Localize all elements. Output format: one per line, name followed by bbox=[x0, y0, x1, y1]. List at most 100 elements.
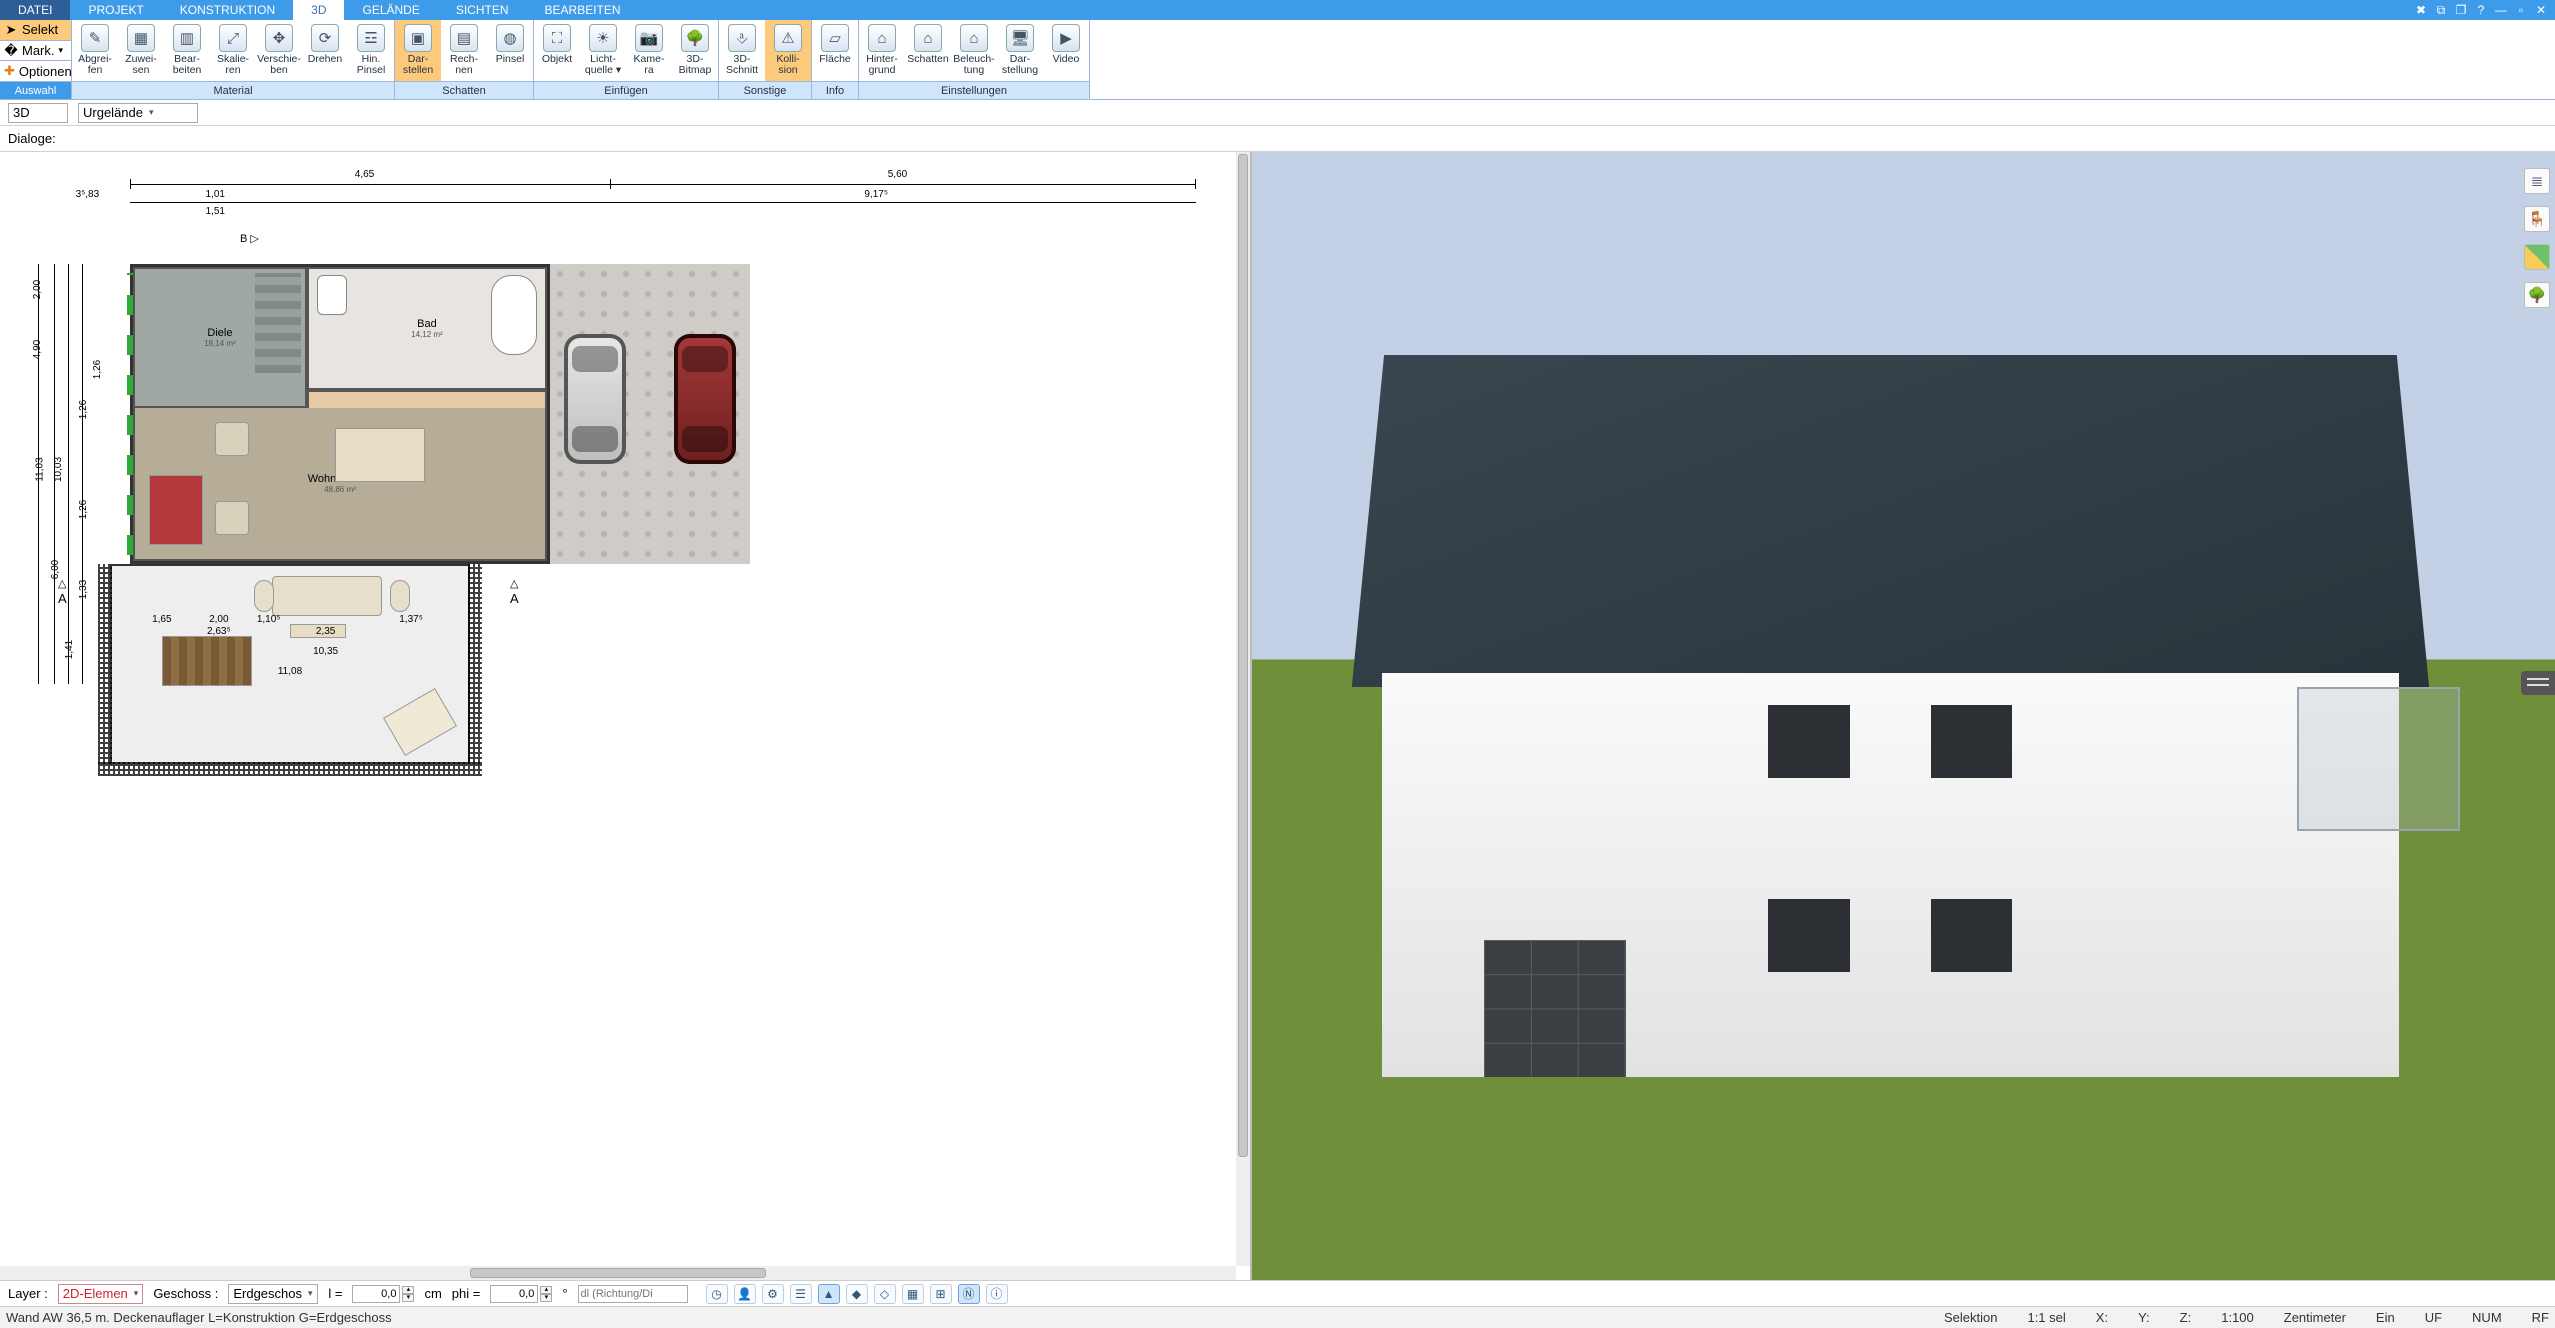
ribbon-btn-label: Schatten bbox=[907, 54, 948, 65]
geschoss-dropdown[interactable]: Erdgeschos ▾ bbox=[228, 1284, 318, 1304]
ribbon-btn-material-2[interactable]: ▥Bear- beiten bbox=[164, 20, 210, 81]
bottom-tool-0[interactable]: ◷ bbox=[706, 1284, 728, 1304]
ribbon-btn-sonstige-1[interactable]: ⚠Kolli- sion bbox=[765, 20, 811, 81]
l-input[interactable] bbox=[352, 1285, 400, 1303]
ribbon-btn-einfügen-3[interactable]: 🌳3D- Bitmap bbox=[672, 20, 718, 81]
auswahl-optionen-button[interactable]: ✚ Optionen bbox=[0, 61, 71, 81]
ribbon-btn-einstellungen-2[interactable]: ⌂Beleuch- tung bbox=[951, 20, 997, 81]
ribbon-btn-material-0[interactable]: ✎Abgrei- fen bbox=[72, 20, 118, 81]
ribbon-btn-einstellungen-3[interactable]: 🖥Dar- stellung bbox=[997, 20, 1043, 81]
ribbon-btn-einfügen-0[interactable]: ⛶Objekt bbox=[534, 20, 580, 81]
bottom-tool-9[interactable]: Ⓝ bbox=[958, 1284, 980, 1304]
hin-icon: ☲ bbox=[357, 24, 385, 52]
ribbon-btn-schatten-0[interactable]: ▣Dar- stellen bbox=[395, 20, 441, 81]
menu-projekt[interactable]: PROJEKT bbox=[70, 0, 161, 20]
menu-sichten[interactable]: SICHTEN bbox=[438, 0, 527, 20]
scrollbar-horizontal[interactable] bbox=[0, 1266, 1236, 1280]
ribbon-btn-material-5[interactable]: ⟳Drehen bbox=[302, 20, 348, 81]
bear-icon: ▥ bbox=[173, 24, 201, 52]
bottom-tool-3[interactable]: ☰ bbox=[790, 1284, 812, 1304]
phi-spinner[interactable]: ▴▾ bbox=[540, 1286, 552, 1302]
ribbon-btn-label: Bear- beiten bbox=[173, 54, 202, 76]
north-marker: B ▷ bbox=[240, 232, 259, 245]
menu-konstruktion[interactable]: KONSTRUKTION bbox=[162, 0, 293, 20]
layers-icon[interactable]: ≣ bbox=[2524, 168, 2550, 194]
ribbon-btn-label: Rech- nen bbox=[450, 54, 478, 76]
view-type-dropdown[interactable]: 3D bbox=[8, 103, 68, 123]
menu-bearbeiten[interactable]: BEARBEITEN bbox=[527, 0, 639, 20]
ribbon-btn-schatten-1[interactable]: ▤Rech- nen bbox=[441, 20, 487, 81]
auswahl-selekt-button[interactable]: ➤ Selekt bbox=[0, 20, 71, 41]
chevron-down-icon: ▾ bbox=[308, 1288, 313, 1299]
ribbon-btn-schatten-2[interactable]: ◍Pinsel bbox=[487, 20, 533, 81]
zuwei-icon: ▦ bbox=[127, 24, 155, 52]
bottom-tool-5[interactable]: ◆ bbox=[846, 1284, 868, 1304]
d-icon: ⎀ bbox=[728, 24, 756, 52]
wall-marker-left bbox=[127, 273, 133, 555]
dialoge-bar: Dialoge: bbox=[0, 126, 2555, 152]
ribbon-btn-label: 3D- Schnitt bbox=[726, 54, 758, 76]
ribbon-btn-einfügen-2[interactable]: 📷Kame- ra bbox=[626, 20, 672, 81]
menu-3d[interactable]: 3D bbox=[293, 0, 344, 20]
terrain-icon[interactable]: 🌳 bbox=[2524, 282, 2550, 308]
balcony-icon bbox=[2297, 687, 2460, 831]
bottom-tool-2[interactable]: ⚙ bbox=[762, 1284, 784, 1304]
ribbon-btn-label: Kolli- sion bbox=[776, 54, 799, 76]
bottom-tool-6[interactable]: ◇ bbox=[874, 1284, 896, 1304]
bottom-tool-4[interactable]: ▲ bbox=[818, 1284, 840, 1304]
ribbon-btn-label: Drehen bbox=[308, 54, 342, 65]
ribbon-btn-einstellungen-1[interactable]: ⌂Schatten bbox=[905, 20, 951, 81]
ribbon-btn-einstellungen-0[interactable]: ⌂Hinter- grund bbox=[859, 20, 905, 81]
ribbon-btn-material-1[interactable]: ▦Zuwei- sen bbox=[118, 20, 164, 81]
maximize-icon[interactable]: ▫ bbox=[2513, 2, 2529, 18]
ribbon-btn-info-0[interactable]: ▱Fläche bbox=[812, 20, 858, 81]
layer-dropdown[interactable]: 2D-Elemen ▾ bbox=[58, 1284, 144, 1304]
wall-3d bbox=[1382, 673, 2398, 1077]
ribbon-group-einfügen: ⛶Objekt☀Licht- quelle ▾📷Kame- ra🌳3D- Bit… bbox=[534, 20, 719, 99]
side-drawer-handle[interactable] bbox=[2521, 671, 2555, 695]
materials-icon[interactable] bbox=[2524, 244, 2550, 270]
terrain-dropdown[interactable]: Urgelände ▾ bbox=[78, 103, 198, 123]
ribbon-btn-einfügen-1[interactable]: ☀Licht- quelle ▾ bbox=[580, 20, 626, 81]
floor-plan-house: Diele 18,14 m² Bad 14,12 m² Küche 19,20 … bbox=[130, 264, 550, 564]
bottom-tool-1[interactable]: 👤 bbox=[734, 1284, 756, 1304]
help-icon[interactable]: ? bbox=[2473, 2, 2489, 18]
menu-datei[interactable]: DATEI bbox=[0, 0, 70, 20]
bottom-tool-10[interactable]: ⓘ bbox=[986, 1284, 1008, 1304]
dimension-left: 2,00 4,90 11,03 10,03 6,00 1,41 1,33 1,2… bbox=[20, 264, 100, 684]
close-icon[interactable]: ✕ bbox=[2533, 2, 2549, 18]
pane-3d-view[interactable]: ≣ 🪑 🌳 bbox=[1252, 152, 2555, 1280]
tool-icon-2[interactable]: ⧉ bbox=[2433, 2, 2449, 18]
ribbon-btn-label: Hinter- grund bbox=[866, 54, 898, 76]
ribbon-btn-label: Video bbox=[1053, 54, 1080, 65]
phi-input[interactable] bbox=[490, 1285, 538, 1303]
status-ein: Ein bbox=[2376, 1310, 2395, 1325]
cursor-icon: ➤ bbox=[4, 22, 18, 38]
minimize-icon[interactable]: — bbox=[2493, 2, 2509, 18]
l-spinner[interactable]: ▴▾ bbox=[402, 1286, 414, 1302]
scrollbar-vertical[interactable] bbox=[1236, 152, 1250, 1266]
auswahl-mark-button[interactable]: �؜ Mark. ▾ bbox=[0, 41, 71, 62]
terrace-armchair-left-icon bbox=[254, 580, 274, 612]
title-bar-controls: ✖ ⧉ ❐ ? — ▫ ✕ bbox=[2413, 0, 2555, 20]
bottom-tool-7[interactable]: ▦ bbox=[902, 1284, 924, 1304]
tool-icon-3[interactable]: ❐ bbox=[2453, 2, 2469, 18]
ribbon-btn-material-3[interactable]: ⤢Skalie- ren bbox=[210, 20, 256, 81]
ribbon-btn-sonstige-0[interactable]: ⎀3D- Schnitt bbox=[719, 20, 765, 81]
dl-input[interactable] bbox=[578, 1285, 688, 1303]
ribbon-btn-material-6[interactable]: ☲Hin. Pinsel bbox=[348, 20, 394, 81]
geschoss-value: Erdgeschos bbox=[233, 1286, 302, 1301]
ribbon-btn-einstellungen-4[interactable]: ▶Video bbox=[1043, 20, 1089, 81]
bottom-tool-8[interactable]: ⊞ bbox=[930, 1284, 952, 1304]
driveway bbox=[550, 264, 750, 564]
ribbon-group-schatten: ▣Dar- stellen▤Rech- nen◍PinselSchatten bbox=[395, 20, 534, 99]
furniture-icon[interactable]: 🪑 bbox=[2524, 206, 2550, 232]
menu-gelaende[interactable]: GELÄNDE bbox=[344, 0, 437, 20]
ribbon-btn-material-4[interactable]: ✥Verschie- ben bbox=[256, 20, 302, 81]
section-marker-left: △ A bbox=[58, 574, 67, 606]
skalie-icon: ⤢ bbox=[219, 24, 247, 52]
ribbon-btn-label: Hin. Pinsel bbox=[357, 54, 386, 76]
view-selector-bar: 3D Urgelände ▾ bbox=[0, 100, 2555, 126]
tool-icon-1[interactable]: ✖ bbox=[2413, 2, 2429, 18]
pane-2d-plan[interactable]: 4,65 5,60 1,01 1,51 3⁵,83 9,17⁵ B ▷ 2,00… bbox=[0, 152, 1252, 1280]
